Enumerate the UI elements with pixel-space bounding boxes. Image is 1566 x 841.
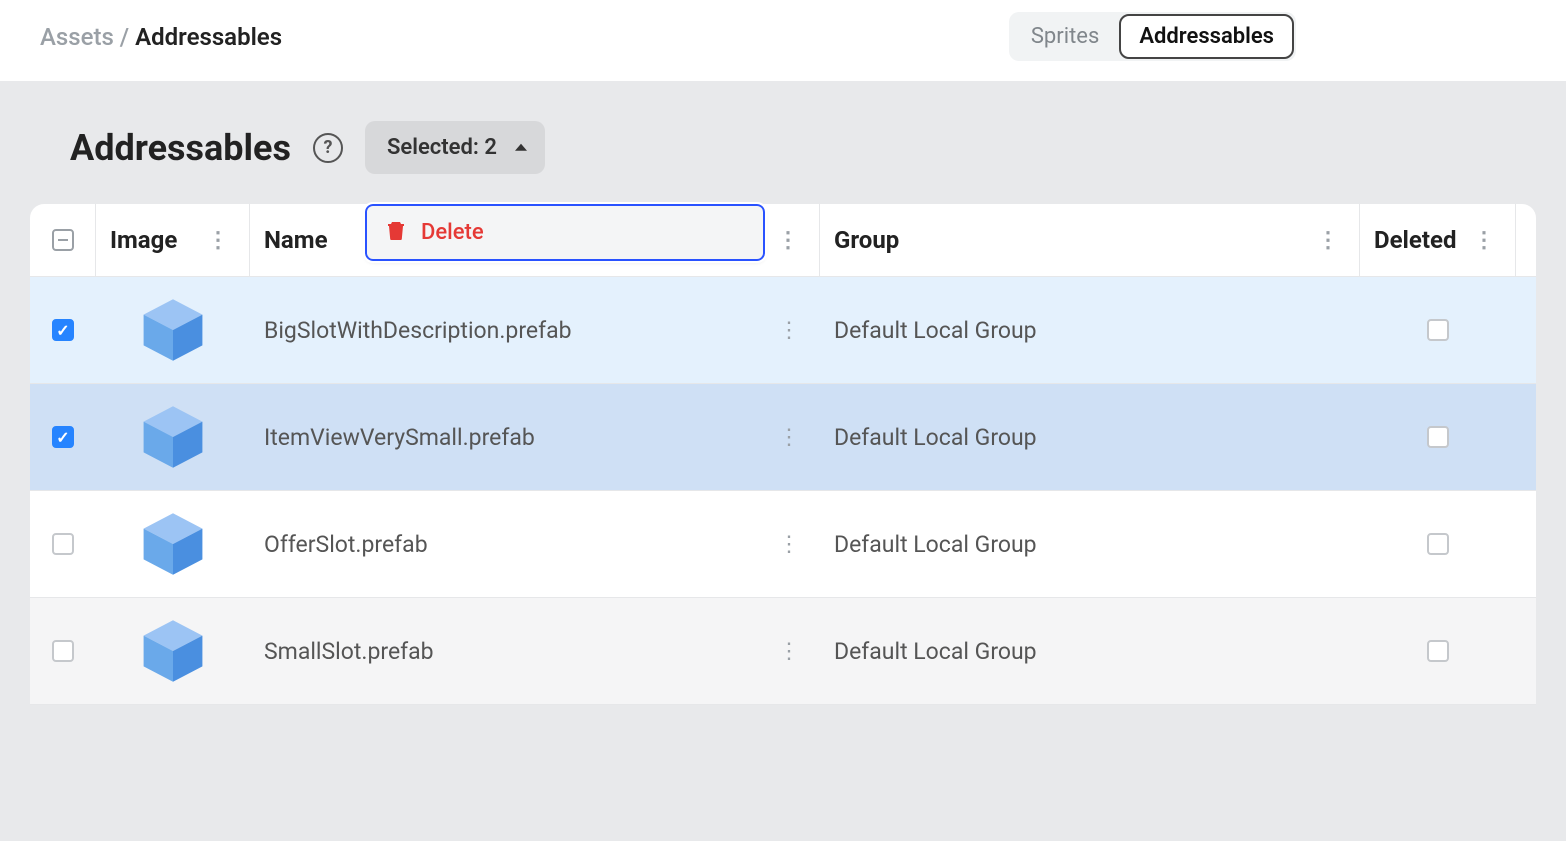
chevron-up-icon: [515, 143, 527, 150]
prefab-icon: [138, 295, 208, 365]
row-checkbox[interactable]: ✓: [52, 426, 74, 448]
breadcrumb: Assets / Addressables: [40, 23, 282, 51]
prefab-icon: [138, 402, 208, 472]
tab-sprites[interactable]: Sprites: [1011, 14, 1119, 59]
breadcrumb-root[interactable]: Assets: [40, 23, 114, 51]
table-row[interactable]: ✓ BigSlotWithDescription.prefab ⋮ Default…: [30, 277, 1536, 384]
tab-addressables[interactable]: Addressables: [1119, 14, 1294, 59]
page-title: Addressables: [70, 127, 291, 169]
table-header: Image ⋮ Name ⋮ Group ⋮ Deleted ⋮: [30, 204, 1536, 277]
addressables-table: Image ⋮ Name ⋮ Group ⋮ Deleted ⋮ ✓ BigSl…: [30, 204, 1536, 705]
column-menu-group[interactable]: ⋮: [1311, 228, 1345, 253]
selected-label: Selected: 2: [387, 135, 497, 160]
header-deleted: Deleted ⋮: [1360, 204, 1516, 276]
row-checkbox[interactable]: ✓: [52, 319, 74, 341]
select-all-checkbox[interactable]: [52, 229, 74, 251]
column-menu-name[interactable]: ⋮: [771, 228, 805, 253]
row-group: Default Local Group: [834, 638, 1037, 665]
delete-action[interactable]: Delete: [421, 220, 484, 245]
help-icon[interactable]: ?: [313, 133, 343, 163]
column-menu-image[interactable]: ⋮: [201, 228, 235, 253]
row-menu[interactable]: ⋮: [772, 639, 806, 664]
header-group-label: Group: [834, 226, 1301, 254]
row-menu[interactable]: ⋮: [772, 318, 806, 343]
header-select: [30, 204, 96, 276]
row-menu[interactable]: ⋮: [772, 532, 806, 557]
row-checkbox[interactable]: [52, 640, 74, 662]
header-deleted-label: Deleted: [1374, 226, 1457, 254]
trash-icon: [387, 220, 405, 245]
breadcrumb-current: Addressables: [135, 23, 282, 51]
row-menu[interactable]: ⋮: [772, 425, 806, 450]
row-group: Default Local Group: [834, 424, 1037, 451]
deleted-checkbox[interactable]: [1427, 533, 1449, 555]
deleted-checkbox[interactable]: [1427, 426, 1449, 448]
row-group: Default Local Group: [834, 317, 1037, 344]
deleted-checkbox[interactable]: [1427, 640, 1449, 662]
header-image: Image ⋮: [96, 204, 250, 276]
prefab-icon: [138, 509, 208, 579]
view-tabs: Sprites Addressables: [1009, 12, 1296, 61]
row-checkbox[interactable]: [52, 533, 74, 555]
row-group: Default Local Group: [834, 531, 1037, 558]
row-name: BigSlotWithDescription.prefab: [264, 317, 572, 344]
row-name: OfferSlot.prefab: [264, 531, 428, 558]
selected-dropdown[interactable]: Selected: 2 Delete: [365, 121, 545, 174]
table-row[interactable]: SmallSlot.prefab ⋮ Default Local Group: [30, 598, 1536, 705]
table-row[interactable]: ✓ ItemViewVerySmall.prefab ⋮ Default Loca…: [30, 384, 1536, 491]
bulk-action-menu: Delete: [365, 204, 765, 261]
prefab-icon: [138, 616, 208, 686]
header-image-label: Image: [110, 226, 191, 254]
row-name: ItemViewVerySmall.prefab: [264, 424, 535, 451]
column-menu-deleted[interactable]: ⋮: [1467, 228, 1501, 253]
breadcrumb-sep: /: [114, 23, 135, 51]
header-group: Group ⋮: [820, 204, 1360, 276]
table-row[interactable]: OfferSlot.prefab ⋮ Default Local Group: [30, 491, 1536, 598]
deleted-checkbox[interactable]: [1427, 319, 1449, 341]
row-name: SmallSlot.prefab: [264, 638, 434, 665]
